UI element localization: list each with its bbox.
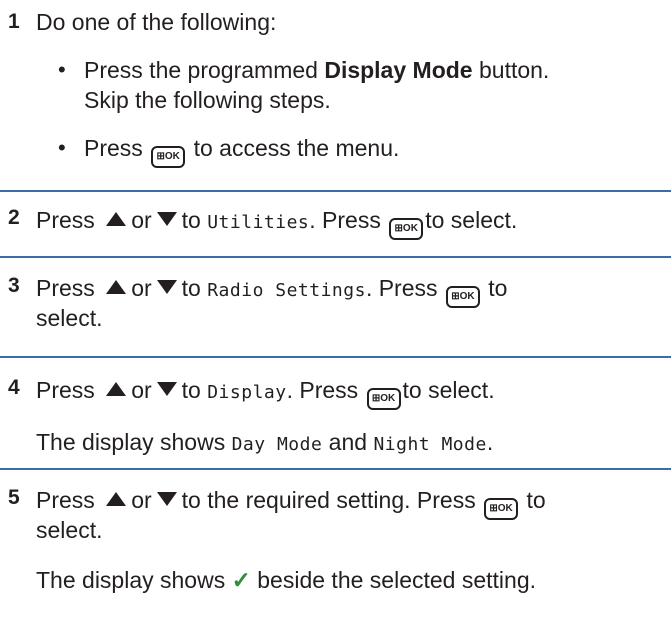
down-triangle-icon xyxy=(156,492,177,506)
step-divider xyxy=(0,190,671,192)
up-triangle-icon xyxy=(106,280,127,294)
step-divider xyxy=(0,468,671,470)
step-3-line-1: Press or to Radio Settings. Press ⊞OK to xyxy=(36,274,507,308)
bullet-1-line-2: Skip the following steps. xyxy=(84,87,331,113)
up-triangle-icon xyxy=(106,212,127,226)
down-triangle-icon xyxy=(156,212,177,226)
step-number: 1 xyxy=(8,10,20,33)
step-4-line-1: Press or to Display. Press ⊞OK to select. xyxy=(36,376,495,410)
step-number: 2 xyxy=(8,206,20,229)
bullet-2: Press ⊞OK to access the menu. xyxy=(84,134,399,168)
step-4-result: The display shows Day Mode and Night Mod… xyxy=(36,429,494,455)
menu-item-name: Display xyxy=(207,382,287,403)
menu-ok-button-icon: ⊞OK xyxy=(389,218,424,240)
night-mode-option: Night Mode xyxy=(373,434,487,455)
bullet-dot: • xyxy=(58,57,66,82)
menu-ok-button-icon: ⊞OK xyxy=(484,498,519,520)
step-5-line-2: select. xyxy=(36,517,103,543)
down-triangle-icon xyxy=(156,382,177,396)
menu-item-name: Utilities xyxy=(207,212,310,233)
step-intro: Do one of the following: xyxy=(36,9,277,35)
step-divider xyxy=(0,256,671,258)
display-mode-label: Display Mode xyxy=(324,57,473,83)
bullet-dot: • xyxy=(58,135,66,160)
menu-ok-button-icon: ⊞OK xyxy=(445,286,480,308)
checkmark-icon: ✓ xyxy=(231,567,251,593)
day-mode-option: Day Mode xyxy=(231,434,323,455)
up-triangle-icon xyxy=(106,492,127,506)
menu-ok-button-icon: ⊞OK xyxy=(366,388,401,410)
step-3-line-2: select. xyxy=(36,305,103,331)
step-2-text: Press or to Utilities. Press ⊞OK to select… xyxy=(36,206,517,240)
down-triangle-icon xyxy=(156,280,177,294)
step-number: 4 xyxy=(8,376,20,399)
up-triangle-icon xyxy=(106,382,127,396)
bullet-1-line-1: Press the programmed Display Mode button… xyxy=(84,57,550,83)
step-number: 3 xyxy=(8,274,20,297)
step-number: 5 xyxy=(8,486,20,509)
step-5-line-1: Press or to the required setting. Press ⊞… xyxy=(36,486,546,520)
menu-ok-button-icon: ⊞OK xyxy=(151,146,186,168)
step-divider xyxy=(0,356,671,358)
step-5-result: The display shows ✓ beside the selected … xyxy=(36,567,537,593)
menu-item-name: Radio Settings xyxy=(207,280,366,301)
